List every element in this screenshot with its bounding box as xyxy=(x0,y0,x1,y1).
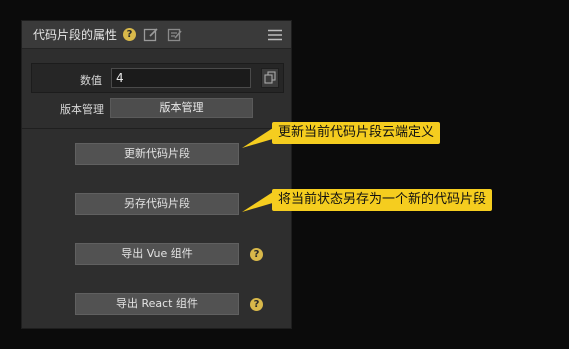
save-as-snippet-button[interactable]: 另存代码片段 xyxy=(75,193,239,215)
export-react-button[interactable]: 导出 React 组件 xyxy=(75,293,239,315)
properties-panel: 代码片段的属性 ? 数值 版本管理 版本管理 更新代码片段 另存代码片段 导出 … xyxy=(21,20,292,329)
copy-button[interactable] xyxy=(261,68,279,88)
export-react-help-icon[interactable]: ? xyxy=(250,298,263,311)
export-vue-button[interactable]: 导出 Vue 组件 xyxy=(75,243,239,265)
export-vue-help-icon[interactable]: ? xyxy=(250,248,263,261)
edit-alt-icon[interactable] xyxy=(167,27,183,43)
help-icon[interactable]: ? xyxy=(123,28,136,41)
update-snippet-button[interactable]: 更新代码片段 xyxy=(75,143,239,165)
callout-save-as: 将当前状态另存为一个新的代码片段 xyxy=(272,189,493,211)
value-input[interactable] xyxy=(111,68,251,88)
edit-icon[interactable] xyxy=(143,27,159,43)
callout-update: 更新当前代码片段云端定义 xyxy=(272,122,441,144)
callout-arrow-save-as xyxy=(242,190,276,212)
menu-icon[interactable] xyxy=(268,29,282,41)
panel-title: 代码片段的属性 xyxy=(33,28,118,42)
callout-arrow-update xyxy=(242,126,276,148)
version-label: 版本管理 xyxy=(60,103,104,116)
panel-header: 代码片段的属性 ? xyxy=(22,21,291,49)
version-management-button[interactable]: 版本管理 xyxy=(110,98,253,118)
value-row: 数值 xyxy=(31,63,284,93)
copy-icon xyxy=(264,71,276,84)
value-label: 数值 xyxy=(80,74,102,87)
